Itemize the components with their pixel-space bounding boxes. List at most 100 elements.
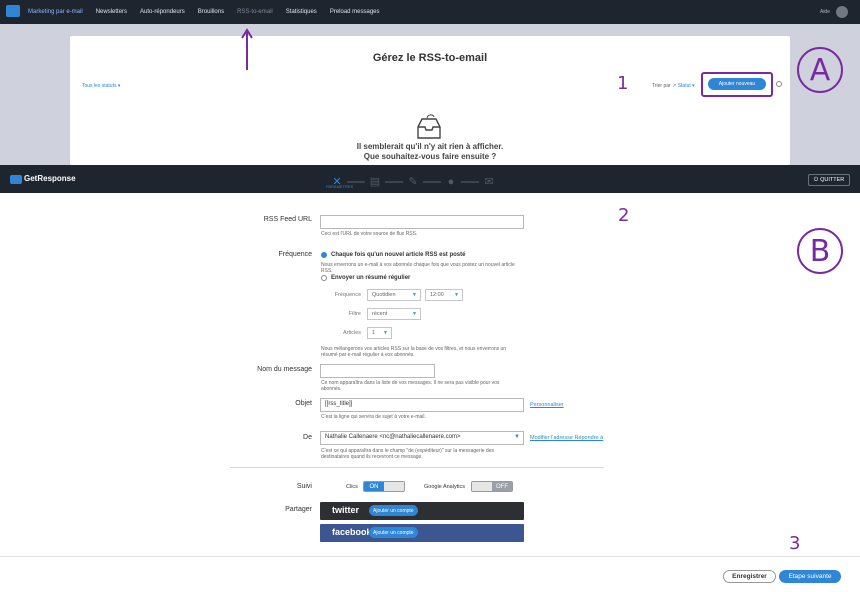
save-button[interactable]: Enregistrer (723, 570, 776, 583)
facebook-share-bar: facebook Ajouter un compte (320, 524, 524, 542)
step-connector (461, 181, 479, 183)
from-hint: C'est ce qui apparaîtra dans le champ "d… (321, 448, 536, 460)
clicks-toggle[interactable]: ON (363, 481, 405, 492)
nav-item-statistics[interactable]: Statistiques (286, 9, 317, 15)
subject-label: Objet (295, 400, 312, 407)
brand-name: GetResponse (24, 174, 76, 183)
subject-hint: C'est la ligne qui servira de sujet à vo… (321, 414, 426, 420)
ga-state: OFF (492, 482, 512, 491)
empty-line-1: Il semblerait qu'il n'y ait rien à affic… (356, 142, 504, 151)
page-title: Gérez le RSS-to-email (372, 52, 488, 64)
articles-sub-label: Articles (342, 330, 361, 336)
clicks-state: ON (364, 482, 384, 491)
add-new-button[interactable]: Ajouter nouveau (708, 78, 766, 90)
arrow-up-annotation (241, 28, 253, 70)
edit-icon[interactable]: ✎ (406, 175, 420, 189)
rss-settings-form: RSS Feed URL Ceci est l'URL de votre sou… (0, 193, 860, 556)
frequency-select[interactable]: Quotidien ▼ (367, 289, 421, 301)
hint-line: RSS. (321, 268, 333, 274)
filter-select[interactable]: récent ▼ (367, 308, 421, 320)
quit-label: QUITTER (820, 177, 845, 183)
status-filter-label: Tous les statuts (82, 83, 117, 89)
message-name-hint: Ce nom apparaîtra dans la liste de vos m… (321, 380, 536, 392)
toggle-knob (472, 482, 492, 491)
reply-to-link[interactable]: Modifier l'adresse Répondre à (530, 435, 603, 441)
toggle-knob (384, 482, 404, 491)
annotation-3: 3 (789, 533, 801, 554)
empty-line-2: Que souhaitez-vous faire ensuite ? (363, 152, 497, 161)
sort-control[interactable]: Trier par ↗ Statut ▾ (652, 83, 695, 89)
radio-each-article[interactable] (321, 252, 327, 258)
freq-sub-label: Fréquence (334, 292, 361, 298)
annotation-1: 1 (617, 73, 629, 94)
personalize-link[interactable]: Personnaliser (530, 402, 564, 408)
twitter-share-bar: twitter Ajouter un compte (320, 502, 524, 520)
status-filter[interactable]: Tous les statuts ▾ (82, 83, 120, 89)
annotation-2: 2 (618, 205, 630, 226)
facebook-logo: facebook (332, 527, 372, 537)
share-label: Partager (285, 506, 312, 513)
nav-item-marketing[interactable]: Marketing par e-mail (28, 9, 83, 15)
getresponse-logo-icon (10, 175, 22, 184)
section-divider (230, 467, 604, 468)
step-connector (385, 181, 403, 183)
radio-summary[interactable] (321, 275, 327, 281)
option-each-article[interactable]: Chaque fois qu'un nouvel article RSS est… (331, 252, 465, 258)
step-label: PARAMÈTRES (326, 184, 354, 189)
newsletter-icon[interactable]: ▤ (368, 175, 382, 189)
hint-line: abonnés. (321, 386, 342, 392)
feed-url-hint: Ceci est l'URL de votre source de flux R… (321, 231, 418, 237)
next-step-button[interactable]: Etape suivante (779, 570, 841, 583)
nav-item-rss[interactable]: RSS-to-email (237, 9, 273, 15)
sort-value: Statut (677, 83, 691, 89)
recipients-icon[interactable]: ● (444, 175, 458, 189)
twitter-logo: twitter (332, 505, 359, 515)
avatar[interactable] (836, 6, 848, 18)
ga-toggle[interactable]: OFF (471, 481, 513, 492)
more-options-icon[interactable] (776, 81, 782, 87)
clicks-label: Clics (346, 484, 358, 490)
annotation-b: B (797, 228, 843, 274)
frequency-label: Fréquence (278, 251, 312, 258)
time-select[interactable]: 12:00 ▼ (425, 289, 463, 301)
filter-value: récent (372, 311, 388, 317)
quit-button[interactable]: ⏻ QUITTER (808, 174, 850, 186)
step-connector (347, 181, 365, 183)
power-icon: ⏻ (813, 176, 819, 183)
empty-inbox-icon (417, 114, 441, 139)
help-link[interactable]: Aide (820, 9, 830, 15)
hint-line: résumé par e-mail régulier à vos abonnés… (321, 352, 415, 358)
twitter-add-account-button[interactable]: Ajouter un compte (369, 505, 418, 516)
hint-line: Nous enverrons un e-mail à vos abonnés c… (321, 262, 515, 268)
top-nav: Marketing par e-mail Newsletters Auto-ré… (0, 0, 860, 24)
nav-item-autoresponders[interactable]: Auto-répondeurs (140, 9, 185, 15)
chevron-down-icon: ▼ (514, 434, 520, 440)
feed-url-input[interactable] (320, 215, 524, 229)
send-icon[interactable]: ✉ (482, 175, 496, 189)
facebook-add-account-button[interactable]: Ajouter un compte (369, 527, 418, 538)
articles-select[interactable]: 1 ▼ (367, 327, 392, 339)
from-select[interactable]: Nathalie Callenaere <nc@nathaliecallenae… (320, 431, 524, 445)
user-menu[interactable]: Aide (820, 6, 848, 18)
top-nav-menu: Marketing par e-mail Newsletters Auto-ré… (28, 0, 380, 24)
tracking-label: Suivi (296, 483, 312, 490)
option-summary[interactable]: Envoyer un résumé régulier (331, 275, 410, 281)
time-value: 12:00 (430, 292, 444, 298)
chevron-down-icon: ▼ (412, 292, 417, 298)
frequency-value: Quotidien (372, 292, 396, 298)
envelope-logo-icon[interactable] (6, 5, 20, 17)
nav-item-preload[interactable]: Preload messages (330, 9, 380, 15)
subject-input[interactable]: [[rss_title]] (320, 398, 524, 412)
nav-item-drafts[interactable]: Brouillons (198, 9, 224, 15)
wizard-bar: GetResponse ✕ ▤ ✎ ● ✉ PARAMÈTRES ⏻ QUITTE… (0, 165, 860, 193)
footer-bar: Enregistrer Etape suivante (0, 556, 860, 592)
feed-url-label: RSS Feed URL (263, 216, 312, 223)
message-name-input[interactable] (320, 364, 435, 378)
nav-item-newsletters[interactable]: Newsletters (96, 9, 127, 15)
chevron-down-icon: ▼ (454, 292, 459, 298)
message-name-label: Nom du message (257, 366, 312, 373)
empty-state-message: Il semblerait qu'il n'y ait rien à affic… (70, 142, 790, 162)
sort-label: Trier par (652, 83, 671, 89)
ga-label: Google Analytics (424, 484, 465, 490)
articles-value: 1 (372, 330, 376, 336)
